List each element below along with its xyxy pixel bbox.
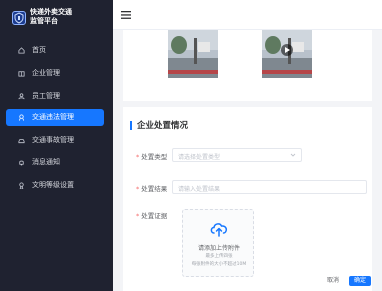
evidence-video-thumbnail[interactable] xyxy=(262,30,312,78)
cloud-upload-icon xyxy=(210,223,228,237)
upload-hint-count: 最多上传四张 xyxy=(205,254,233,259)
bell-icon xyxy=(19,160,24,166)
disposal-result-placeholder: 请输入处置结果 xyxy=(178,186,221,193)
home-icon xyxy=(18,47,25,54)
car-icon xyxy=(18,139,25,144)
sidebar-item-label: 员工管理 xyxy=(32,92,60,100)
sidebar-item-label: 交通违法管理 xyxy=(32,113,74,121)
cancel-button[interactable]: 取消 xyxy=(322,276,344,286)
disposal-type-label: * 处置类型 xyxy=(136,153,168,161)
app-title-line1: 快递外卖交通 xyxy=(30,8,72,16)
sidebar-item-label: 首页 xyxy=(32,46,46,54)
disposal-type-select[interactable]: 请选择处置类型 xyxy=(172,148,302,162)
sidebar-item-notifications[interactable]: 消息通知 xyxy=(6,154,104,171)
sidebar-item-home[interactable]: 首页 xyxy=(6,42,104,59)
chevron-down-icon xyxy=(290,153,296,157)
disposal-type-placeholder: 请选择处置类型 xyxy=(178,154,221,161)
play-icon[interactable] xyxy=(281,44,293,56)
disposal-result-input[interactable]: 请输入处置结果 xyxy=(172,180,367,194)
sidebar-item-label: 企业管理 xyxy=(32,69,60,77)
sidebar-item-label: 文明等级设置 xyxy=(32,181,74,189)
sidebar-item-staff[interactable]: 员工管理 xyxy=(6,88,104,105)
required-mark: * xyxy=(136,212,140,220)
sidebar-item-enterprise[interactable]: 企业管理 xyxy=(6,65,104,82)
app-logo[interactable]: 快递外卖交通 监管平台 xyxy=(8,7,108,29)
confirm-button[interactable]: 确定 xyxy=(349,276,371,286)
violation-icon xyxy=(18,114,25,121)
top-bar xyxy=(113,0,382,30)
hamburger-icon[interactable] xyxy=(121,11,131,19)
evidence-photo-thumbnail[interactable] xyxy=(168,30,218,78)
sidebar-item-traffic-violation[interactable]: 交通违法管理 xyxy=(6,109,104,126)
upload-text: 请添加上传附件 xyxy=(197,245,240,252)
app-title-line2: 监管平台 xyxy=(30,17,58,25)
section-title: 企业处置情况 xyxy=(137,121,189,131)
required-mark: * xyxy=(136,185,140,193)
sidebar-item-civility-level[interactable]: 文明等级设置 xyxy=(6,177,104,194)
required-mark: * xyxy=(136,153,140,161)
staff-icon xyxy=(18,93,25,100)
sidebar-item-label: 消息通知 xyxy=(32,158,60,166)
app-title: 快递外卖交通 监管平台 xyxy=(30,8,110,26)
evidence-upload-area[interactable]: 请添加上传附件 最多上传四张 每张附件的大小不超过10M xyxy=(182,209,254,277)
building-icon xyxy=(18,71,25,77)
shield-logo-icon xyxy=(12,11,26,25)
upload-hint-size: 每张附件的大小不超过10M xyxy=(191,262,247,267)
violation-detail-card xyxy=(123,30,372,101)
sidebar-item-label: 交通事故管理 xyxy=(32,136,74,144)
disposal-result-label: * 处置结果 xyxy=(136,185,168,193)
disposal-evidence-label: * 处置证据 xyxy=(136,212,168,220)
badge-icon xyxy=(19,182,24,189)
sidebar: 快递外卖交通 监管平台 首页 企业管理 员工管理 交通违法管理 交通事故管理 消… xyxy=(0,0,113,291)
section-accent-bar xyxy=(130,121,132,130)
sidebar-item-traffic-accident[interactable]: 交通事故管理 xyxy=(6,132,104,149)
